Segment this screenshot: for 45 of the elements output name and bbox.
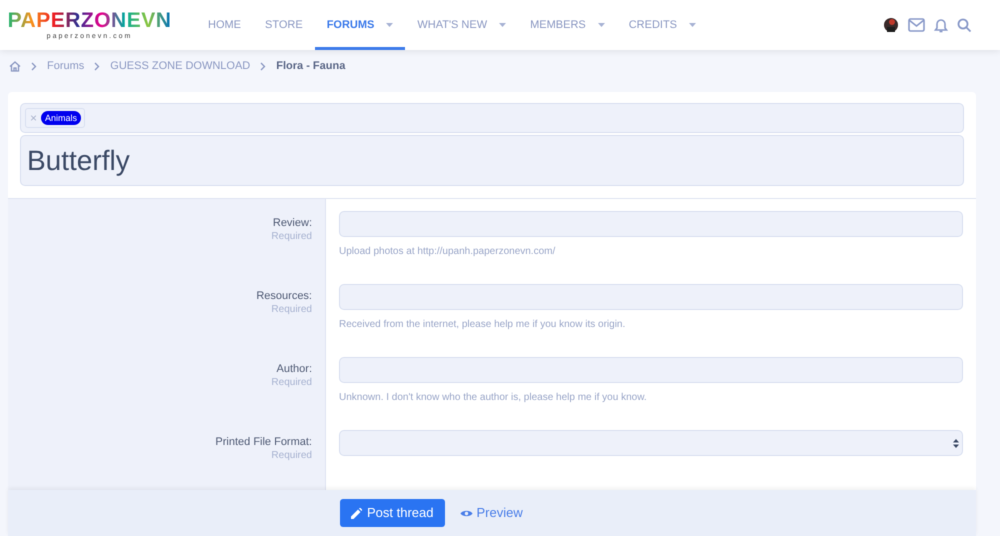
required-note: Required <box>271 230 312 244</box>
required-note: Required <box>271 376 312 390</box>
field-label: Printed File Format: <box>215 435 312 449</box>
remove-tag-icon[interactable]: × <box>30 109 38 127</box>
chevron-icon <box>31 62 37 70</box>
eye-icon <box>460 508 472 518</box>
preview-button[interactable]: Preview <box>460 503 523 523</box>
tag[interactable]: Animals <box>41 111 82 125</box>
search-icon[interactable] <box>957 18 972 32</box>
caret-icon[interactable] <box>689 23 696 27</box>
chevron-icon <box>260 62 266 70</box>
input-field[interactable] <box>339 284 963 310</box>
nav-tab[interactable]: STORE <box>253 0 315 50</box>
title-field[interactable]: Butterfly <box>20 135 964 186</box>
nav-tab[interactable]: CREDITS <box>616 0 708 50</box>
breadcrumb-link[interactable]: GUESS ZONE DOWNLOAD <box>110 58 250 74</box>
required-note: Required <box>271 303 312 317</box>
nav-tab[interactable]: HOME <box>196 0 253 50</box>
post-thread-button[interactable]: Post thread <box>340 499 444 527</box>
input-field[interactable] <box>339 357 963 383</box>
nav-tab[interactable]: WHAT'S NEW <box>405 0 518 50</box>
home-icon[interactable] <box>9 60 21 72</box>
chevron-icon <box>94 62 100 70</box>
field-hint: Unknown. I don't know who the author is, please help me if you know. <box>339 391 647 405</box>
updown-icon <box>953 438 959 448</box>
nav-tab[interactable]: FORUMS <box>314 0 406 50</box>
pencil-icon <box>351 508 362 518</box>
breadcrumb-link[interactable]: Flora - Fauna <box>276 58 346 74</box>
breadcrumb-link[interactable]: Forums <box>47 58 84 74</box>
bell-icon[interactable] <box>934 17 948 33</box>
field-label: Review: <box>272 216 312 230</box>
input-field[interactable] <box>339 211 963 237</box>
field-label: Resources: <box>256 289 312 303</box>
mail-icon[interactable] <box>908 18 925 32</box>
caret-icon[interactable] <box>386 23 394 27</box>
required-note: Required <box>271 449 312 463</box>
field-hint: Upload photos at http://upanh.paperzonevn.com/ <box>339 245 556 259</box>
tag-field[interactable]: × Animals <box>20 103 964 133</box>
nav-tab[interactable]: MEMBERS <box>518 0 617 50</box>
avatar-icon[interactable] <box>883 16 899 34</box>
field-hint: Received from the internet, please help me if you know its origin. <box>339 318 626 332</box>
caret-icon[interactable] <box>499 23 506 27</box>
select-field[interactable] <box>339 430 963 456</box>
field-label: Author: <box>276 362 312 376</box>
caret-icon[interactable] <box>598 23 605 27</box>
